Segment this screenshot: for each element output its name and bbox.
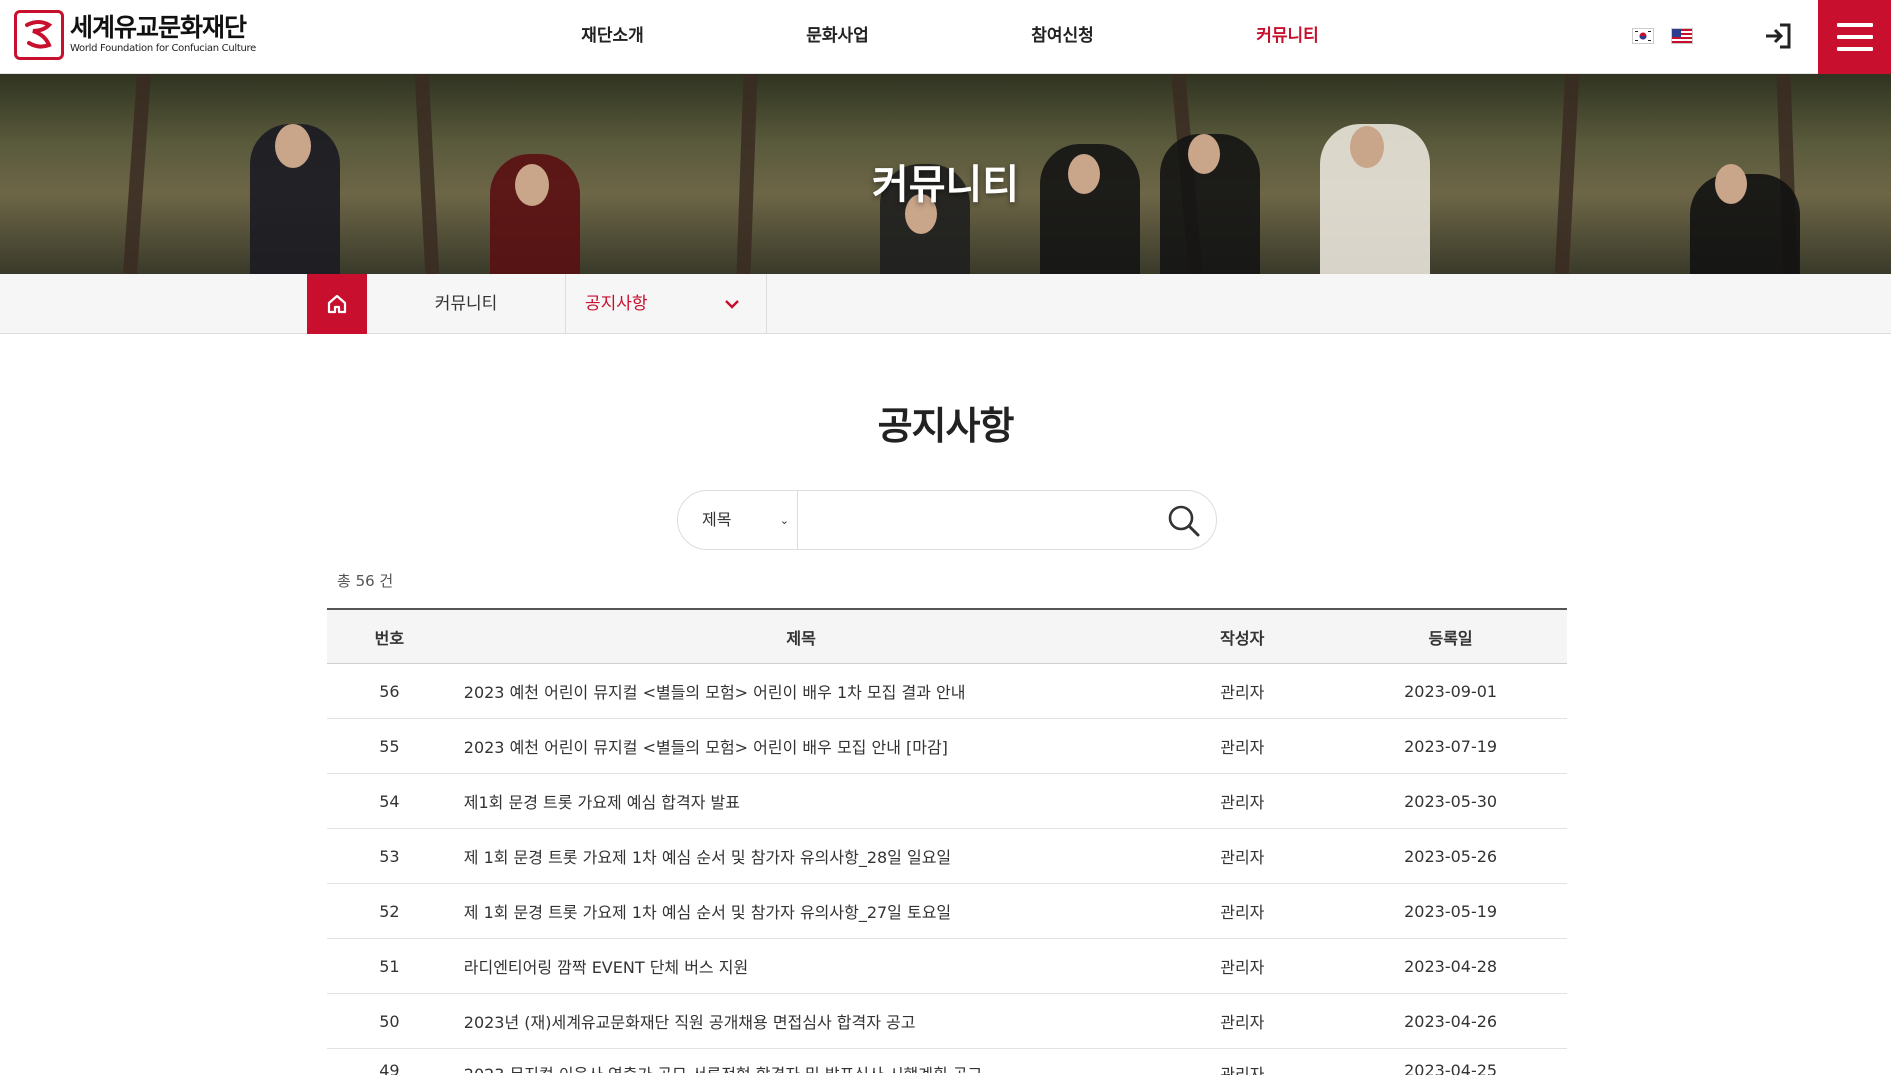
nav-item-culture-business[interactable]: 문화사업 (725, 0, 950, 74)
row-date: 2023-05-30 (1404, 791, 1498, 811)
row-writer: 관리자 (1220, 848, 1265, 867)
notice-board: 번호 제목 작성자 등록일 56 2023 예천 어린이 뮤지컬 <별들의 모험… (327, 608, 1567, 1075)
login-icon[interactable] (1762, 20, 1794, 52)
row-title-link[interactable]: 제1회 문경 트롯 가요제 예심 합격자 발표 (464, 793, 740, 812)
board-header-row: 번호 제목 작성자 등록일 (327, 608, 1567, 664)
breadcrumb-notice-label: 공지사항 (585, 294, 648, 314)
page-title: 공지사항 (877, 404, 1015, 448)
nav-item-participation[interactable]: 참여신청 (950, 0, 1175, 74)
row-writer: 관리자 (1220, 793, 1265, 812)
row-number: 52 (379, 901, 400, 921)
row-date: 2023-04-28 (1404, 956, 1498, 976)
column-header-writer: 작성자 (1220, 628, 1265, 648)
search-icon (1168, 505, 1200, 537)
row-date: 2023-04-25 (1404, 1061, 1498, 1075)
row-date: 2023-05-26 (1404, 846, 1498, 866)
row-number: 50 (379, 1011, 400, 1031)
row-writer: 관리자 (1220, 738, 1265, 757)
row-title-link[interactable]: 2023 예천 어린이 뮤지컬 <별들의 모험> 어린이 배우 1차 모집 결과… (464, 683, 966, 702)
row-number: 54 (379, 791, 400, 811)
logo-english-name: World Foundation for Confucian Culture (70, 43, 256, 54)
home-button[interactable] (307, 274, 367, 334)
table-row[interactable]: 52 제 1회 문경 트롯 가요제 1차 예심 순서 및 참가자 유의사항_27… (327, 884, 1567, 939)
column-header-date: 등록일 (1428, 628, 1473, 648)
search-button[interactable] (1166, 503, 1202, 539)
search-box: 제목 ⌄ (677, 490, 1217, 550)
table-row[interactable]: 55 2023 예천 어린이 뮤지컬 <별들의 모험> 어린이 배우 모집 안내… (327, 719, 1567, 774)
table-row[interactable]: 56 2023 예천 어린이 뮤지컬 <별들의 모험> 어린이 배우 1차 모집… (327, 664, 1567, 719)
location-bar: 커뮤니티 공지사항 (0, 274, 1891, 334)
row-number: 56 (379, 681, 400, 701)
search-field-selected: 제목 (702, 510, 732, 529)
row-date: 2023-04-26 (1404, 1011, 1498, 1031)
row-writer: 관리자 (1220, 958, 1265, 977)
table-row[interactable]: 54 제1회 문경 트롯 가요제 예심 합격자 발표 관리자 2023-05-3… (327, 774, 1567, 829)
row-writer: 관리자 (1220, 1013, 1265, 1032)
hero-title: 커뮤니티 (871, 162, 1020, 208)
table-row[interactable]: 50 2023년 (재)세계유교문화재단 직원 공개채용 면접심사 합격자 공고… (327, 994, 1567, 1049)
hamburger-menu-icon (1836, 23, 1873, 27)
row-title-link[interactable]: 제 1회 문경 트롯 가요제 1차 예심 순서 및 참가자 유의사항_28일 일… (464, 848, 951, 867)
main-navigation: 재단소개 문화사업 참여신청 커뮤니티 (500, 0, 1400, 74)
row-title-link[interactable]: 라디엔티어링 깜짝 EVENT 단체 버스 지원 (464, 958, 748, 977)
row-title-link[interactable]: 제 1회 문경 트롯 가요제 1차 예심 순서 및 참가자 유의사항_27일 토… (464, 903, 951, 922)
column-header-number: 번호 (374, 628, 405, 648)
chevron-down-icon (725, 300, 739, 309)
table-row[interactable]: 51 라디엔티어링 깜짝 EVENT 단체 버스 지원 관리자 2023-04-… (327, 939, 1567, 994)
chevron-down-icon: ⌄ (779, 514, 789, 527)
row-title-link[interactable]: 2023년 (재)세계유교문화재단 직원 공개채용 면접심사 합격자 공고 (464, 1013, 916, 1032)
search-input[interactable] (800, 493, 1150, 547)
hamburger-menu-button[interactable] (1818, 0, 1891, 74)
row-writer: 관리자 (1220, 683, 1265, 702)
foundation-logo-icon (14, 10, 64, 60)
column-header-title: 제목 (786, 628, 816, 648)
total-count: 총 56 건 (337, 572, 394, 590)
row-date: 2023-09-01 (1404, 681, 1498, 701)
korea-flag-icon[interactable] (1632, 28, 1654, 44)
nav-item-community[interactable]: 커뮤니티 (1175, 0, 1400, 74)
search-field-select[interactable]: 제목 ⌄ (678, 491, 798, 549)
breadcrumb-community[interactable]: 커뮤니티 (367, 274, 566, 334)
logo-korean-name: 세계유교문화재단 (70, 13, 247, 42)
row-title-link[interactable]: 2023 예천 어린이 뮤지컬 <별들의 모험> 어린이 배우 모집 안내 [마… (464, 738, 948, 757)
usa-flag-icon[interactable] (1671, 28, 1693, 44)
row-number: 55 (379, 736, 400, 756)
site-header: 세계유교문화재단 World Foundation for Confucian … (0, 0, 1891, 74)
row-number: 51 (379, 956, 400, 976)
row-number: 49 (379, 1061, 400, 1075)
table-row[interactable]: 53 제 1회 문경 트롯 가요제 1차 예심 순서 및 참가자 유의사항_28… (327, 829, 1567, 884)
row-number: 53 (379, 846, 400, 866)
nav-item-about[interactable]: 재단소개 (500, 0, 725, 74)
row-date: 2023-07-19 (1404, 736, 1498, 756)
row-writer: 관리자 (1220, 1065, 1265, 1075)
row-date: 2023-05-19 (1404, 901, 1498, 921)
site-logo[interactable]: 세계유교문화재단 World Foundation for Confucian … (14, 10, 256, 60)
table-row[interactable]: 49 2023 뮤지컬 이육사 연출가 공모 서류전형 합격자 및 발표심사 시… (327, 1049, 1567, 1075)
breadcrumb-notice-dropdown[interactable]: 공지사항 (566, 274, 767, 334)
hero-banner: 커뮤니티 (0, 74, 1891, 274)
row-writer: 관리자 (1220, 903, 1265, 922)
row-title-link[interactable]: 2023 뮤지컬 이육사 연출가 공모 서류전형 합격자 및 발표심사 시행계획… (464, 1065, 982, 1073)
home-icon (327, 294, 347, 314)
